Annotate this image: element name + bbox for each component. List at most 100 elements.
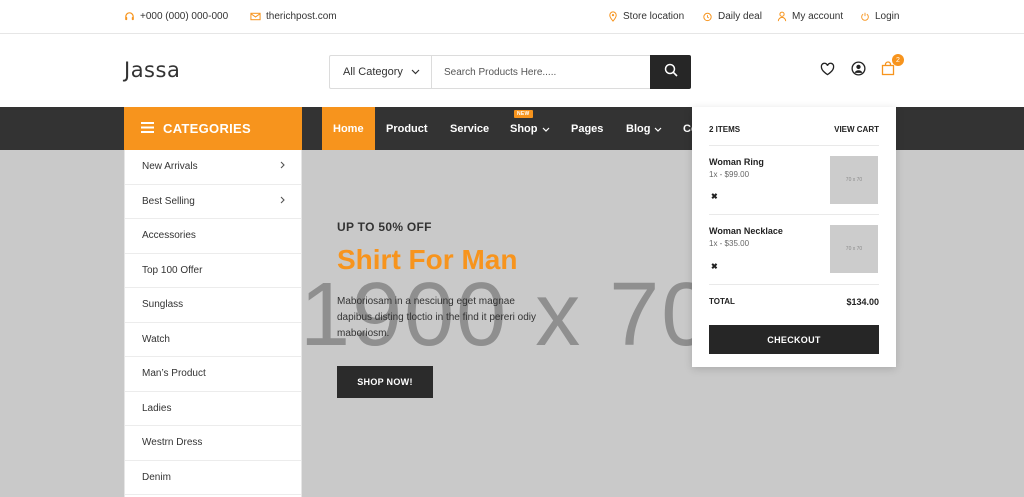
nav-product-label: Product — [386, 122, 428, 135]
wishlist-button[interactable] — [817, 61, 837, 81]
chevron-down-icon — [654, 123, 662, 135]
nav-shop[interactable]: NEW Shop — [510, 107, 550, 150]
my-account-label: My account — [792, 11, 844, 22]
hamburger-icon — [141, 121, 154, 136]
user-icon — [777, 11, 787, 22]
cart-item-price: 1x - $99.00 — [709, 170, 750, 179]
category-label: Accessories — [142, 230, 196, 242]
total-label: TOTAL — [709, 297, 735, 306]
view-cart-link[interactable]: VIEW CART — [834, 125, 879, 134]
chevron-down-icon — [542, 123, 550, 135]
category-label: Top 100 Offer — [142, 264, 203, 276]
login-link[interactable]: Login — [860, 11, 899, 22]
close-icon[interactable]: ✖ — [711, 192, 718, 201]
cart-button[interactable]: 2 — [878, 54, 904, 81]
nav-pages[interactable]: Pages — [571, 107, 603, 150]
close-icon[interactable]: ✖ — [711, 262, 718, 271]
hero-eyebrow: UP TO 50% OFF — [337, 220, 432, 234]
store-location-link[interactable]: Store location — [608, 11, 684, 22]
nav-blog-label: Blog — [626, 122, 651, 135]
categories-toggle[interactable]: CATEGORIES — [124, 107, 302, 150]
hero-title: Shirt For Man — [337, 244, 518, 275]
daily-deal-link[interactable]: Daily deal — [702, 11, 762, 22]
category-label: New Arrivals — [142, 161, 198, 173]
nav-home-label: Home — [333, 122, 364, 135]
category-label: Sunglass — [142, 299, 184, 311]
category-item-watch[interactable]: Watch — [125, 323, 301, 357]
category-item-top-100-offer[interactable]: Top 100 Offer — [125, 254, 301, 288]
chevron-right-icon — [280, 196, 285, 207]
divider — [709, 214, 879, 215]
cart-item-name[interactable]: Woman Necklace — [709, 226, 783, 236]
chevron-right-icon — [280, 161, 285, 172]
category-item-westrn-dress[interactable]: Westrn Dress — [125, 426, 301, 461]
search-input[interactable] — [432, 56, 650, 88]
login-label: Login — [875, 11, 900, 22]
category-label: Man’s Product — [142, 368, 206, 380]
cart-items-count: 2 ITEMS — [709, 125, 741, 134]
checkout-button[interactable]: CHECKOUT — [709, 325, 879, 354]
total-amount: $134.00 — [846, 297, 879, 307]
cart-item-thumbnail[interactable]: 70 x 70 — [830, 156, 878, 204]
nav-shop-label: Shop — [510, 122, 538, 135]
headphones-icon — [124, 11, 135, 22]
category-item-ladies[interactable]: Ladies — [125, 392, 301, 426]
top-bar: +000 (000) 000-000 therichpost.com Store… — [0, 0, 1024, 34]
categories-label: CATEGORIES — [163, 121, 251, 136]
nav-home[interactable]: Home — [322, 107, 375, 150]
location-pin-icon — [608, 11, 618, 22]
category-select-value: All Category — [343, 66, 403, 78]
header: Jassa All Category 2 — [0, 34, 1024, 107]
category-item-accessories[interactable]: Accessories — [125, 219, 301, 254]
chevron-down-icon — [411, 66, 420, 78]
nav-pages-label: Pages — [571, 122, 604, 135]
category-item-sunglass[interactable]: Sunglass — [125, 288, 301, 323]
new-badge: NEW — [514, 110, 533, 118]
cart-item-price: 1x - $35.00 — [709, 239, 750, 248]
heart-icon — [820, 62, 835, 81]
category-select[interactable]: All Category — [330, 56, 432, 88]
account-button[interactable] — [848, 61, 868, 81]
mini-cart-dropdown: 2 ITEMS VIEW CART Woman Ring 1x - $99.00… — [692, 107, 896, 367]
category-label: Denim — [142, 471, 171, 483]
cart-count-badge: 2 — [892, 54, 904, 66]
store-location-label: Store location — [623, 11, 685, 22]
thumbnail-placeholder-text: 70 x 70 — [845, 246, 863, 252]
category-item-denim[interactable]: Denim — [125, 461, 301, 495]
alarm-clock-icon — [702, 11, 713, 22]
search-icon — [664, 63, 678, 82]
phone-link[interactable]: +000 (000) 000-000 — [124, 11, 228, 22]
category-label: Best Selling — [142, 195, 195, 207]
nav-blog[interactable]: Blog — [626, 107, 662, 150]
site-logo[interactable]: Jassa — [124, 58, 180, 82]
shop-now-button[interactable]: SHOP NOW! — [337, 366, 433, 398]
divider — [709, 145, 879, 146]
cart-item-name[interactable]: Woman Ring — [709, 157, 764, 167]
search-bar: All Category — [329, 55, 691, 89]
nav-product[interactable]: Product — [386, 107, 428, 150]
nav-service[interactable]: Service — [450, 107, 489, 150]
category-label: Watch — [142, 333, 170, 345]
category-item-new-arrivals[interactable]: New Arrivals — [125, 150, 301, 185]
account-circle-icon — [850, 61, 866, 81]
category-item-mans-product[interactable]: Man’s Product — [125, 357, 301, 392]
category-item-best-selling[interactable]: Best Selling — [125, 185, 301, 219]
category-label: Ladies — [142, 402, 172, 414]
nav-service-label: Service — [450, 122, 490, 135]
daily-deal-label: Daily deal — [718, 11, 762, 22]
email-address: therichpost.com — [266, 11, 337, 22]
search-button[interactable] — [650, 55, 691, 89]
divider — [709, 284, 879, 285]
mini-cart-header: 2 ITEMS VIEW CART — [709, 125, 879, 134]
cart-total-row: TOTAL $134.00 — [709, 297, 879, 307]
mail-icon — [250, 11, 261, 22]
hero-description: Maboriosam in a nesciung eget magnae dap… — [337, 296, 537, 339]
category-list: New Arrivals Best Selling Accessories To… — [124, 150, 302, 497]
email-link[interactable]: therichpost.com — [250, 11, 337, 22]
power-icon — [860, 11, 870, 22]
cart-item-thumbnail[interactable]: 70 x 70 — [830, 225, 878, 273]
thumbnail-placeholder-text: 70 x 70 — [845, 177, 863, 183]
my-account-link[interactable]: My account — [777, 11, 843, 22]
category-label: Westrn Dress — [142, 437, 203, 449]
phone-number: +000 (000) 000-000 — [140, 11, 229, 22]
